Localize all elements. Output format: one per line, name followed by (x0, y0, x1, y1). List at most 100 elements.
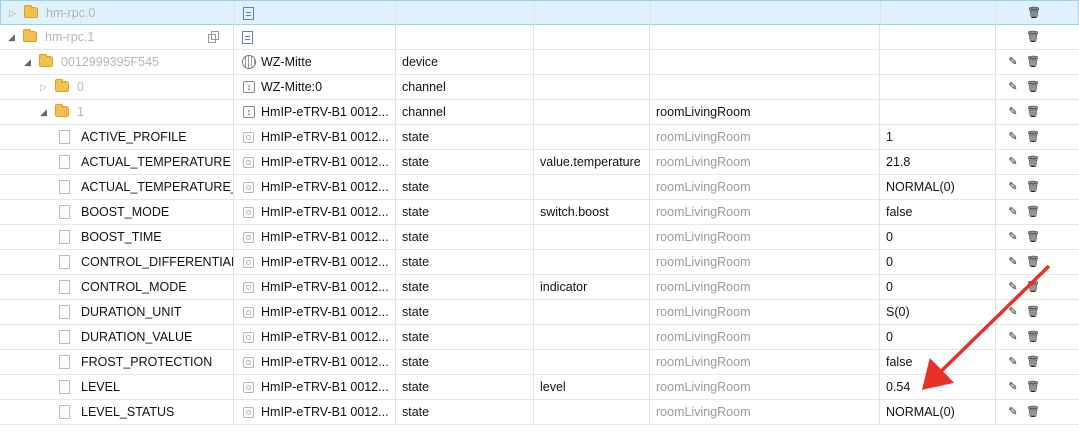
name-cell: HmIP-eTRV-B1 0012... (234, 125, 396, 149)
delete-button[interactable]: 🗑 (1026, 205, 1040, 219)
object-name: HmIP-eTRV-B1 0012... (261, 255, 389, 269)
object-room: roomLivingRoom (656, 305, 751, 319)
id-cell: BOOST_MODE (0, 200, 234, 224)
object-value[interactable]: 1 (886, 125, 893, 149)
object-value[interactable]: 21.8 (886, 150, 910, 174)
name-cell: HmIP-eTRV-B1 0012... (234, 350, 396, 374)
object-value[interactable]: S(0) (886, 300, 910, 324)
object-room: roomLivingRoom (656, 130, 751, 144)
edit-button[interactable]: ✎ (1006, 280, 1020, 294)
object-type-cell: state (396, 200, 534, 224)
document-icon (242, 31, 253, 44)
edit-button[interactable]: ✎ (1006, 380, 1020, 394)
object-value-cell: S(0) (880, 300, 996, 324)
object-type: channel (402, 105, 446, 119)
id-cell: ACTUAL_TEMPERATURE_ST (0, 175, 234, 199)
edit-button[interactable]: ✎ (1006, 405, 1020, 419)
delete-button[interactable]: 🗑 (1026, 305, 1040, 319)
delete-button[interactable]: 🗑 (1026, 180, 1040, 194)
object-value[interactable]: 0 (886, 275, 893, 299)
object-role-cell: value.temperature (534, 150, 650, 174)
tree-row[interactable]: BOOST_TIME HmIP-eTRV-B1 0012... state roomL… (0, 225, 1079, 250)
name-cell: ↕ HmIP-eTRV-B1 0012... (234, 100, 396, 124)
delete-button[interactable]: 🗑 (1026, 30, 1040, 44)
object-value[interactable]: 0 (886, 250, 893, 274)
delete-button[interactable]: 🗑 (1026, 255, 1040, 269)
tree-row[interactable]: ACTIVE_PROFILE HmIP-eTRV-B1 0012... state r… (0, 125, 1079, 150)
object-value-cell: false (880, 200, 996, 224)
object-role-cell: indicator (534, 275, 650, 299)
state-icon (243, 382, 254, 393)
tree-row[interactable]: LEVEL_STATUS HmIP-eTRV-B1 0012... state roo… (0, 400, 1079, 425)
tree-row[interactable]: LEVEL HmIP-eTRV-B1 0012... state level roomL… (0, 375, 1079, 400)
delete-button[interactable]: 🗑 (1026, 280, 1040, 294)
delete-button[interactable]: 🗑 (1026, 405, 1040, 419)
expand-toggle-icon[interactable]: ◢ (40, 100, 47, 124)
collapse-toggle-icon[interactable]: ▷ (9, 1, 16, 25)
delete-button[interactable]: 🗑 (1026, 130, 1040, 144)
actions-cell: 🗑 (997, 1, 1079, 25)
object-value[interactable]: NORMAL(0) (886, 175, 955, 199)
copy-icon[interactable] (208, 31, 219, 43)
pencil-icon: ✎ (1008, 206, 1018, 218)
actions-cell: ✎ 🗑 (996, 200, 1079, 224)
delete-button[interactable]: 🗑 (1027, 6, 1041, 20)
edit-button[interactable]: ✎ (1006, 230, 1020, 244)
edit-button[interactable]: ✎ (1006, 55, 1020, 69)
trash-icon: 🗑 (1026, 356, 1040, 368)
object-room: roomLivingRoom (656, 330, 751, 344)
object-type-cell: state (396, 275, 534, 299)
id-cell: ◢ hm-rpc.1 (0, 25, 234, 49)
object-value[interactable]: false (886, 350, 912, 374)
edit-button[interactable]: ✎ (1006, 305, 1020, 319)
tree-row[interactable]: BOOST_MODE HmIP-eTRV-B1 0012... state switc… (0, 200, 1079, 225)
object-value[interactable]: NORMAL(0) (886, 400, 955, 424)
collapse-toggle-icon[interactable]: ▷ (40, 75, 47, 99)
tree-row[interactable]: ACTUAL_TEMPERATURE_ST HmIP-eTRV-B1 0012..… (0, 175, 1079, 200)
object-value[interactable]: 0.54 (886, 375, 910, 399)
delete-button[interactable]: 🗑 (1026, 155, 1040, 169)
tree-row[interactable]: ◢ 1 ↕ HmIP-eTRV-B1 0012... channel roomLiving… (0, 100, 1079, 125)
name-cell: HmIP-eTRV-B1 0012... (234, 175, 396, 199)
expand-toggle-icon[interactable]: ◢ (24, 50, 31, 74)
delete-button[interactable]: 🗑 (1026, 380, 1040, 394)
object-value[interactable]: false (886, 200, 912, 224)
tree-row[interactable]: ◢ hm-rpc.1 🗑 (0, 25, 1079, 50)
edit-button[interactable]: ✎ (1006, 355, 1020, 369)
edit-button[interactable]: ✎ (1006, 80, 1020, 94)
edit-button[interactable]: ✎ (1006, 105, 1020, 119)
tree-row[interactable]: CONTROL_DIFFERENTIAL_T HmIP-eTRV-B1 0012.… (0, 250, 1079, 275)
tree-row[interactable]: DURATION_UNIT HmIP-eTRV-B1 0012... state ro… (0, 300, 1079, 325)
tree-row[interactable]: ◢ 0012999395F545 WZ-Mitte device ✎ 🗑 (0, 50, 1079, 75)
object-room-cell: roomLivingRoom (650, 175, 880, 199)
delete-button[interactable]: 🗑 (1026, 330, 1040, 344)
folder-icon (24, 5, 38, 18)
pencil-icon: ✎ (1008, 231, 1018, 243)
name-cell: ↕ WZ-Mitte:0 (234, 75, 396, 99)
object-value[interactable]: 0 (886, 225, 893, 249)
edit-button[interactable]: ✎ (1006, 330, 1020, 344)
tree-row[interactable]: CONTROL_MODE HmIP-eTRV-B1 0012... state ind… (0, 275, 1079, 300)
delete-button[interactable]: 🗑 (1026, 355, 1040, 369)
tree-row[interactable]: ACTUAL_TEMPERATURE HmIP-eTRV-B1 0012... st… (0, 150, 1079, 175)
edit-button[interactable]: ✎ (1006, 255, 1020, 269)
edit-button[interactable]: ✎ (1006, 155, 1020, 169)
edit-button[interactable]: ✎ (1006, 180, 1020, 194)
document-icon (243, 7, 254, 20)
edit-button[interactable]: ✎ (1006, 130, 1020, 144)
state-icon (243, 307, 254, 318)
tree-row[interactable]: ▷ 0 ↕ WZ-Mitte:0 channel ✎ 🗑 (0, 75, 1079, 100)
tree-row[interactable]: FROST_PROTECTION HmIP-eTRV-B1 0012... stat… (0, 350, 1079, 375)
tree-row[interactable]: DURATION_VALUE HmIP-eTRV-B1 0012... state r… (0, 325, 1079, 350)
delete-button[interactable]: 🗑 (1026, 105, 1040, 119)
name-cell: HmIP-eTRV-B1 0012... (234, 375, 396, 399)
delete-button[interactable]: 🗑 (1026, 80, 1040, 94)
trash-icon: 🗑 (1026, 406, 1040, 418)
delete-button[interactable]: 🗑 (1026, 230, 1040, 244)
edit-button[interactable]: ✎ (1006, 205, 1020, 219)
actions-cell: ✎ 🗑 (996, 275, 1079, 299)
expand-toggle-icon[interactable]: ◢ (8, 25, 15, 49)
object-value[interactable]: 0 (886, 325, 893, 349)
delete-button[interactable]: 🗑 (1026, 55, 1040, 69)
tree-row[interactable]: ▷ hm-rpc.0 🗑 (0, 0, 1079, 25)
